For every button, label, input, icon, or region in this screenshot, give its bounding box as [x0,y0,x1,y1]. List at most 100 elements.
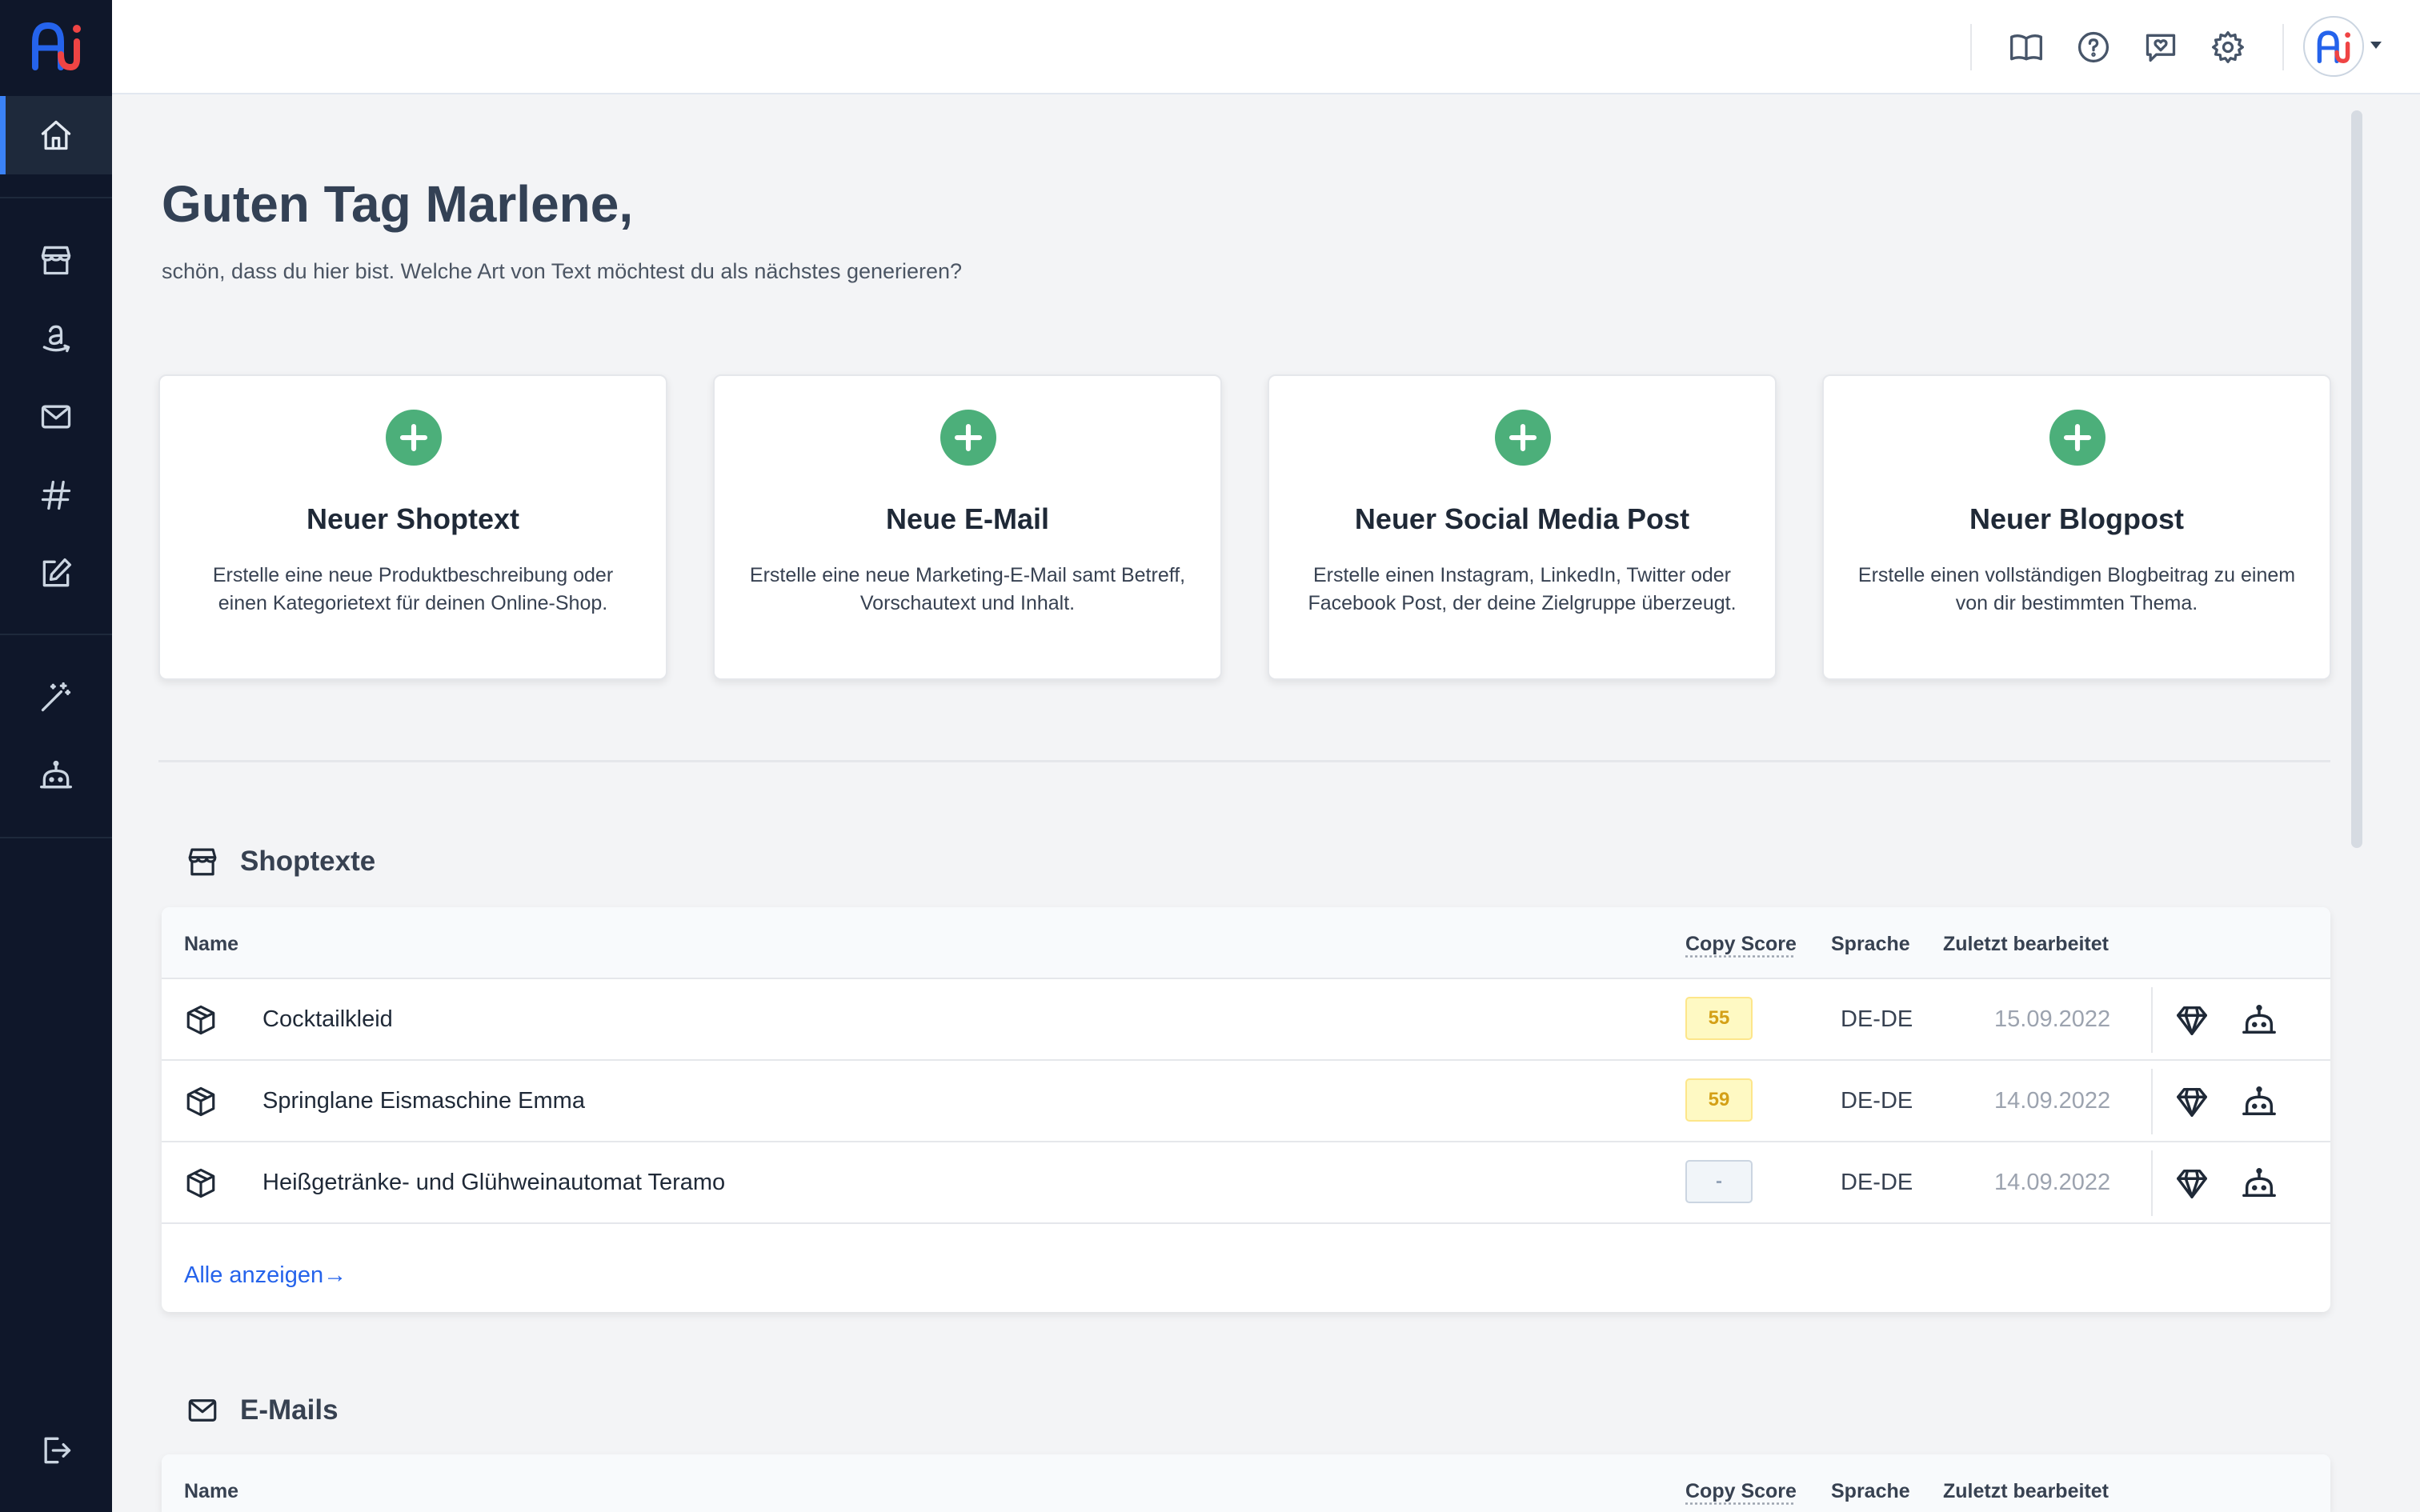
app-logo[interactable] [30,21,82,71]
row-divider [2151,987,2153,1053]
column-name[interactable]: Name [184,1480,238,1503]
copy-score-badge: 59 [1685,1078,1753,1122]
column-copy-score[interactable]: Copy Score [1685,933,1797,956]
column-last-edited[interactable]: Zuletzt bearbeitet [1943,933,2109,956]
page-title: Guten Tag Marlene, [162,175,634,233]
sidebar-divider [0,837,112,838]
book-open-icon [2010,34,2042,61]
avatar-logo-icon [2317,30,2350,63]
copy-score-badge: 55 [1685,997,1753,1040]
section-header-emails: E-Mails [186,1394,339,1427]
store-icon [188,848,217,876]
card-description: Erstelle eine neue Marketing-E-Mail samt… [749,564,1186,614]
robot-icon[interactable] [2241,1165,2278,1202]
cube-icon [184,1003,218,1037]
chevron-down-icon[interactable] [2370,42,2382,49]
card-new-social-post[interactable]: Neuer Social Media Post Erstelle einen I… [1268,374,1777,680]
card-new-email[interactable]: Neue E-Mail Erstelle eine neue Marketing… [713,374,1222,680]
card-description: Erstelle eine neue Produktbeschreibung o… [212,564,614,614]
nav-email[interactable] [0,378,112,456]
user-avatar[interactable] [2303,16,2364,77]
magic-wand-icon [41,682,71,712]
nav-home[interactable] [0,96,112,174]
settings-button[interactable] [2208,27,2248,67]
card-title: Neue E-Mail [885,502,1050,535]
sidebar [0,0,112,1512]
row-date: 14.09.2022 [1994,1170,2111,1195]
column-last-edited[interactable]: Zuletzt bearbeitet [1943,1480,2109,1503]
card-title: Neuer Blogpost [1969,502,2184,535]
gear-icon [2212,31,2244,63]
home-icon [41,120,71,150]
table-row[interactable]: Heißgetränke- und Glühweinautomat Teramo… [162,1142,2330,1224]
row-date: 14.09.2022 [1994,1088,2111,1114]
scrollbar[interactable] [2351,110,2362,848]
section-title: Shoptexte [240,846,376,877]
column-name[interactable]: Name [184,933,238,956]
plus-icon [2049,410,2105,466]
card-title: Neuer Shoptext [306,502,520,535]
nav-magic[interactable] [0,658,112,736]
nav-blog[interactable] [0,534,112,613]
nav-amazon[interactable] [0,299,112,378]
row-date: 15.09.2022 [1994,1006,2111,1032]
row-name: Heißgetränke- und Glühweinautomat Teramo [262,1170,726,1195]
row-language: DE-DE [1841,1170,1913,1195]
hashtag-icon [41,480,71,510]
robot-icon[interactable] [2241,1083,2278,1120]
diamond-icon[interactable] [2174,1165,2210,1202]
cube-icon [184,1085,218,1118]
card-title: Neuer Social Media Post [1354,502,1690,535]
card-new-shoptext[interactable]: Neuer Shoptext Erstelle eine neue Produk… [158,374,667,680]
nav-bot[interactable] [0,736,112,814]
table-header: Name Copy Score Sprache Zuletzt bearbeit… [162,1454,2330,1512]
store-icon [41,246,71,275]
amazon-icon [42,325,70,353]
nav-shop[interactable] [0,221,112,299]
topbar-divider [1970,24,1972,70]
diamond-icon[interactable] [2174,1083,2210,1120]
section-title: E-Mails [240,1394,339,1426]
show-all-link[interactable]: Alle anzeigen→ [184,1262,347,1289]
mail-icon [188,1399,217,1422]
sidebar-divider [0,197,112,198]
docs-button[interactable] [2006,27,2046,67]
column-language[interactable]: Sprache [1831,933,1910,956]
row-name: Cocktailkleid [262,1006,393,1032]
diamond-icon[interactable] [2174,1002,2210,1038]
row-language: DE-DE [1841,1088,1913,1114]
card-description: Erstelle einen Instagram, LinkedIn, Twit… [1308,564,1737,614]
row-divider [2151,1150,2153,1216]
card-new-blogpost[interactable]: Neuer Blogpost Erstelle einen vollständi… [1822,374,2331,680]
row-language: DE-DE [1841,1006,1913,1032]
copy-score-badge: - [1685,1160,1753,1203]
section-header-shoptexte: Shoptexte [186,845,375,878]
section-divider [158,760,2330,762]
table-row[interactable]: Springlane Eismaschine Emma 59 DE-DE 14.… [162,1061,2330,1142]
table-row[interactable]: Cocktailkleid 55 DE-DE 15.09.2022 [162,979,2330,1061]
mail-icon [41,405,71,429]
nav-social[interactable] [0,456,112,534]
nav-logout[interactable] [0,1411,112,1490]
logout-icon [44,1437,71,1464]
table-header: Name Copy Score Sprache Zuletzt bearbeit… [162,907,2330,979]
feedback-button[interactable] [2141,27,2181,67]
row-divider [2151,1069,2153,1134]
table-footer: Alle anzeigen→ [162,1224,2330,1312]
chat-heart-icon [2146,34,2176,62]
plus-icon [386,410,442,466]
help-button[interactable] [2073,27,2113,67]
row-name: Springlane Eismaschine Emma [262,1088,585,1114]
cube-icon [184,1166,218,1200]
robot-icon [40,760,72,789]
shoptexte-table: Name Copy Score Sprache Zuletzt bearbeit… [162,907,2330,1312]
robot-icon[interactable] [2241,1002,2278,1038]
card-description: Erstelle einen vollständigen Blogbeitrag… [1857,564,2296,614]
plus-icon [1495,410,1551,466]
sidebar-divider [0,634,112,635]
column-language[interactable]: Sprache [1831,1480,1910,1503]
help-circle-icon [2077,31,2109,63]
emails-table: Name Copy Score Sprache Zuletzt bearbeit… [162,1454,2330,1512]
column-copy-score[interactable]: Copy Score [1685,1480,1797,1503]
topbar-divider [2282,24,2284,70]
